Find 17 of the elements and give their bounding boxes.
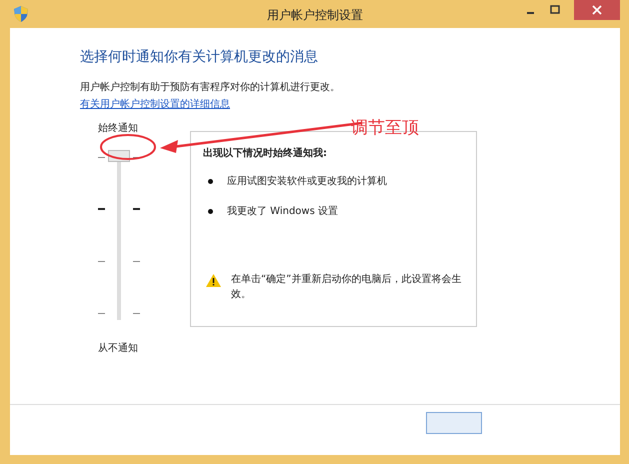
warning-text: 在单击“确定”并重新启动你的电脑后，此设置将会生效。 [231, 272, 462, 302]
info-item: 我更改了 Windows 设置 [227, 204, 338, 218]
shield-icon [14, 6, 28, 22]
bullet-icon [208, 178, 213, 184]
maximize-icon[interactable] [550, 5, 560, 15]
bullet-icon [208, 208, 213, 214]
warning-icon [206, 274, 221, 287]
description: 用户帐户控制有助于预防有害程序对你的计算机进行更改。 [80, 80, 341, 94]
close-icon [592, 5, 602, 15]
heading: 选择何时通知你有关计算机更改的消息 [80, 48, 319, 66]
top-label: 始终通知 [98, 122, 138, 135]
bottom-label: 从不通知 [98, 342, 138, 355]
window-title: 用户帐户控制设置 [266, 7, 364, 24]
info-item: 应用试图安装软件或更改我的计算机 [227, 174, 387, 188]
details-link[interactable]: 有关用户帐户控制设置的详细信息 [80, 97, 230, 111]
close-button[interactable] [574, 0, 620, 20]
info-title: 出现以下情况时始终通知我: [203, 146, 328, 160]
